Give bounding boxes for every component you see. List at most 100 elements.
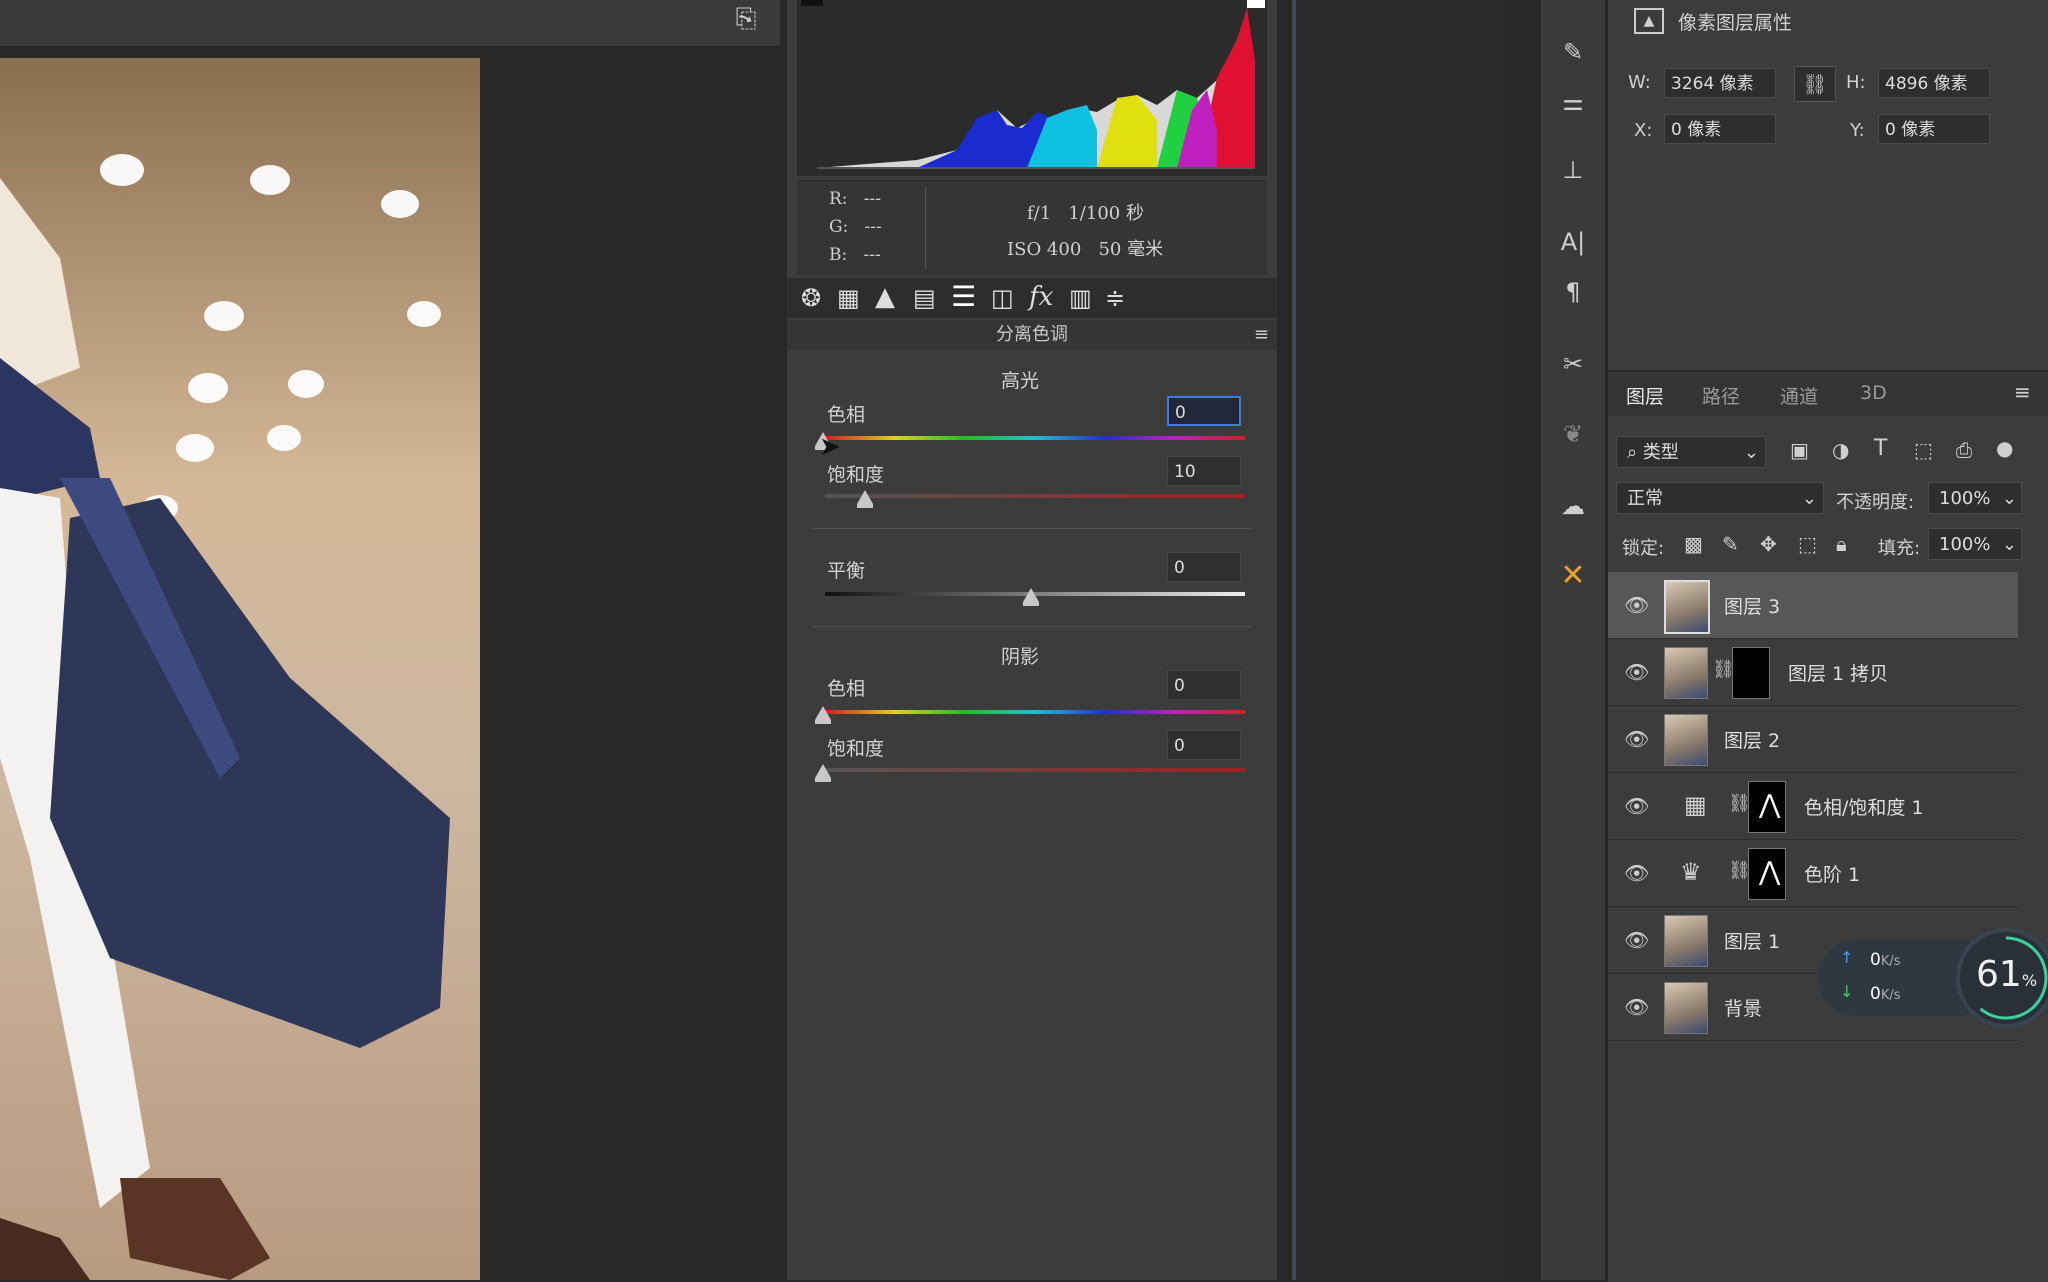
fill-field[interactable]: 100% ⌄ [1928,528,2022,560]
lines-icon[interactable]: ☰ [951,280,976,313]
layer-name: 色相/饱和度 1 [1804,797,1924,819]
shadow-saturation-slider[interactable] [825,768,1245,772]
exposure-info: f/1 1/100 秒 [1027,203,1144,224]
highlight-hue-slider[interactable] [825,436,1245,440]
height-field[interactable]: 4896 像素 [1878,68,1990,98]
layers-menu-icon[interactable]: ≡ [2014,380,2031,404]
balance-thumb[interactable] [1023,588,1039,606]
lock-artboard-icon[interactable]: ⬚ [1798,532,1817,556]
layer-thumbnail [1664,982,1708,1034]
visibility-eye-icon[interactable]: 👁︎ [1624,995,1649,1019]
photo-image [0,58,480,1280]
layer-mask-thumbnail[interactable]: ⋀ [1748,848,1786,900]
layer-name: 图层 1 [1724,931,1781,953]
network-speed-widget: ↑ 0K/s ↓ 0K/s [1818,940,1970,1016]
highlight-hue-field[interactable]: 0 [1167,396,1241,426]
upload-arrow-icon: ↑ [1840,948,1854,967]
type-filter-icon[interactable]: T [1874,436,1887,461]
layers-panel: 图层 路径 通道 3D ≡ ⌕ 类型 ⌄ ▣ ◑ T ⬚ ⎙ ● 正常 ⌄ 不透明度… [1608,370,2048,1282]
y-field[interactable]: 0 像素 [1878,114,1990,144]
layer-row[interactable]: 👁︎ 图层 3 [1608,572,2018,639]
tab-3d[interactable]: 3D [1860,382,1887,404]
shadow-hue-field[interactable]: 0 [1167,670,1241,700]
histogram-graph [801,0,1265,169]
lens-icon[interactable]: ◫ [991,284,1014,312]
smart-object-filter-icon[interactable]: ⎙ [1956,438,1972,462]
paragraph-icon[interactable]: ¶ [1553,272,1593,312]
sliders-icon[interactable]: ≑ [1105,284,1125,312]
x-field[interactable]: 0 像素 [1664,114,1776,144]
layer-row[interactable]: 👁︎ 图层 2 [1608,706,2018,773]
filter-type-dropdown[interactable]: ⌕ 类型 ⌄ [1616,436,1766,468]
visibility-eye-icon[interactable]: 👁︎ [1624,861,1649,885]
b-value: --- [863,245,881,265]
highlights-title: 高光 [1001,370,1040,392]
balance-label: 平衡 [827,560,866,582]
opacity-field[interactable]: 100% ⌄ [1928,482,2022,514]
visibility-eye-icon[interactable]: 👁︎ [1624,593,1649,617]
tool-strip: ✎ ⚌ ⊥ A| ¶ ✂ ❦ ☁ ✕ [1540,0,1607,1280]
canvas-topbar: ⎘ [0,0,780,47]
fx-icon[interactable]: fx [1029,282,1053,312]
split-icon[interactable]: ▤ [913,284,936,312]
split-toning-header: 分离色调 ≡ [787,320,1277,350]
visibility-eye-icon[interactable]: 👁︎ [1624,794,1649,818]
export-icon[interactable]: ⎘ [728,4,764,34]
lock-paint-icon[interactable]: ✎ [1722,532,1739,556]
visibility-eye-icon[interactable]: 👁︎ [1624,928,1649,952]
film-icon[interactable]: ▥ [1069,284,1092,312]
creative-cloud-icon[interactable]: ☁ [1553,486,1593,526]
shadow-saturation-thumb[interactable] [815,764,831,782]
shape-filter-icon[interactable]: ⬚ [1914,438,1933,462]
shadow-hue-thumb[interactable] [815,706,831,724]
visibility-eye-icon[interactable]: 👁︎ [1624,727,1649,751]
tools-icon[interactable]: ✂ [1553,344,1593,384]
layer-mask-thumbnail[interactable]: ⋀ [1748,781,1786,833]
g-value: --- [864,217,882,237]
shadow-hue-slider[interactable] [825,710,1245,714]
lock-all-icon[interactable]: 🔒︎ [1836,532,1847,556]
width-field[interactable]: 3264 像素 [1664,68,1776,98]
lock-transparent-icon[interactable]: ▩ [1684,532,1703,556]
y-label: Y: [1850,120,1865,141]
blend-mode-dropdown[interactable]: 正常 ⌄ [1616,482,1824,514]
photo-canvas[interactable] [0,58,480,1280]
download-arrow-icon: ↓ [1840,982,1854,1001]
layer-mask-thumbnail[interactable] [1732,647,1770,699]
layer-row[interactable]: 👁︎ ⛓ 图层 1 拷贝 [1608,639,2018,706]
divider-2 [813,626,1251,627]
cpu-percent-gauge[interactable]: 61% [1956,928,2048,1028]
clone-stamp-icon[interactable]: ⊥ [1553,150,1593,190]
lock-label: 锁定: [1622,538,1665,559]
filter-toggle-icon[interactable]: ● [1996,436,2013,460]
link-icon[interactable]: ⛓ [1794,66,1836,102]
hue-saturation-adjustment-icon: ▦ [1684,791,1707,819]
tab-layers[interactable]: 图层 [1626,382,1664,409]
lock-position-icon[interactable]: ✥ [1760,532,1777,556]
layer-row[interactable]: 👁︎ ♛ ⛓ ⋀ 色阶 1 [1608,840,2018,907]
shadow-saturation-field[interactable]: 0 [1167,730,1241,760]
adjust-sliders-icon[interactable]: ⚌ [1553,82,1593,122]
aperture-icon[interactable]: ❂ [801,284,821,312]
brush-list-icon[interactable]: ✎ [1553,32,1593,72]
opacity-value: 100% [1939,488,1991,509]
highlight-saturation-slider[interactable] [825,494,1245,498]
orange-tools-icon[interactable]: ✕ [1553,556,1593,596]
visibility-eye-icon[interactable]: 👁︎ [1624,660,1649,684]
camera-raw-panel: R: --- G: --- B: --- f/1 1/100 秒 ISO 400… [785,0,1279,1280]
highlight-saturation-thumb[interactable] [857,490,873,508]
adjustment-filter-icon[interactable]: ◑ [1832,438,1849,462]
balance-field[interactable]: 0 [1167,552,1241,582]
panel-menu-icon[interactable]: ≡ [1254,320,1269,350]
section-title: 分离色调 [996,324,1068,345]
character-icon[interactable]: A| [1553,222,1593,262]
image-filter-icon[interactable]: ▣ [1790,438,1809,462]
mountain-icon[interactable]: ▲ [875,282,895,312]
grid-icon[interactable]: ▦ [837,284,860,312]
highlight-saturation-field[interactable]: 10 [1167,456,1241,486]
opacity-label: 不透明度: [1836,492,1915,513]
plugin-icon[interactable]: ❦ [1553,414,1593,454]
tab-channels[interactable]: 通道 [1780,382,1818,409]
layer-row[interactable]: 👁︎ ▦ ⛓ ⋀ 色相/饱和度 1 [1608,773,2018,840]
tab-paths[interactable]: 路径 [1702,382,1740,409]
